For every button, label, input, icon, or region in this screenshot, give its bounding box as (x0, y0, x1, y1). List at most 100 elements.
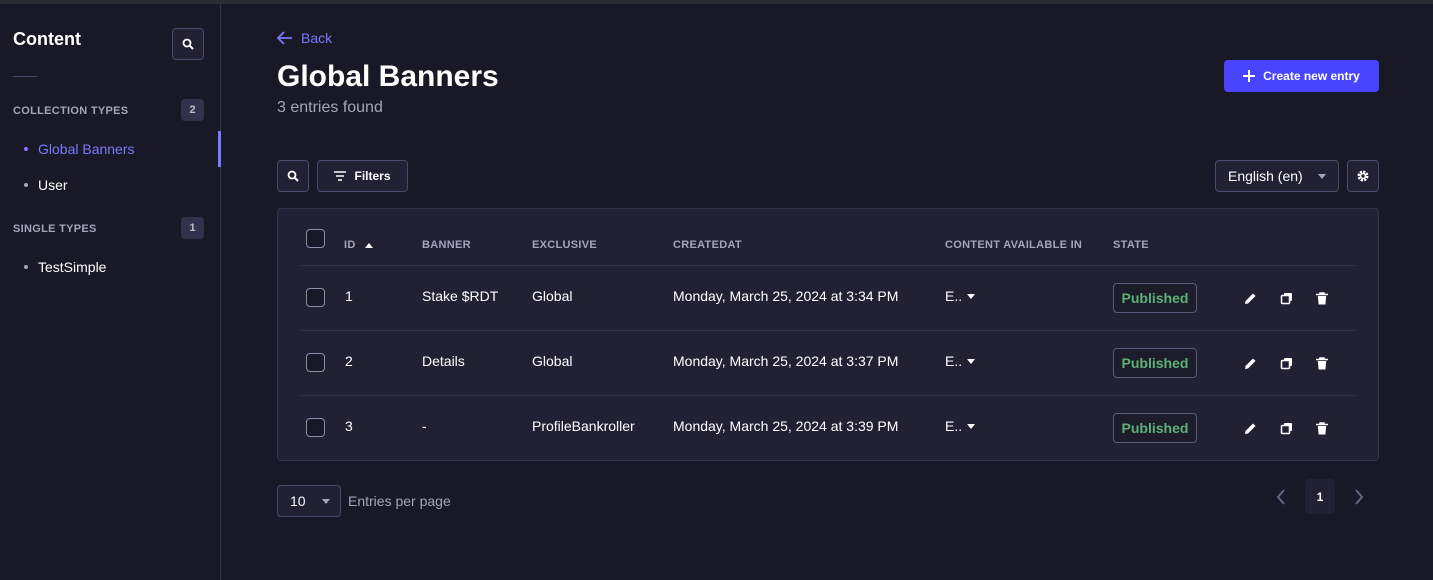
duplicate-button[interactable] (1278, 355, 1294, 371)
pencil-icon (1244, 423, 1255, 434)
chevron-down-icon (967, 293, 976, 299)
chevron-down-icon (967, 423, 976, 429)
trash-icon (1316, 291, 1328, 304)
edit-button[interactable] (1242, 420, 1258, 436)
edit-button[interactable] (1242, 290, 1258, 306)
plus-icon (1243, 70, 1256, 82)
cell-createdat: Monday, March 25, 2024 at 3:37 PM (673, 353, 899, 369)
sidebar-divider (13, 76, 37, 77)
create-new-entry-button[interactable]: Create new entry (1224, 60, 1379, 92)
chevron-down-icon (322, 498, 330, 504)
section-collection-types[interactable]: COLLECTION TYPES (13, 105, 128, 117)
chevron-down-icon (1318, 173, 1326, 179)
trash-icon (1316, 356, 1328, 369)
sidebar-item-user[interactable]: User (24, 177, 68, 193)
pencil-icon (1244, 358, 1255, 369)
section-single-types[interactable]: SINGLE TYPES (13, 223, 97, 235)
locales-dropdown[interactable]: E.. (945, 418, 976, 434)
duplicate-icon (1280, 292, 1292, 304)
filters-label: Filters (354, 169, 391, 183)
search-icon (182, 38, 194, 50)
column-header-id[interactable]: ID (344, 239, 373, 251)
arrow-left-icon (277, 31, 292, 45)
cell-id: 3 (345, 418, 353, 434)
row-checkbox[interactable] (306, 418, 325, 437)
entries-table: ID BANNER EXCLUSIVE CREATEDAT CONTENT AV… (277, 208, 1379, 461)
table-row[interactable]: 2 Details Global Monday, March 25, 2024 … (301, 330, 1355, 395)
bullet-dot (24, 265, 28, 269)
page-number-current[interactable]: 1 (1305, 479, 1335, 514)
cell-id: 2 (345, 353, 353, 369)
cell-exclusive: Global (532, 288, 573, 304)
locale-select[interactable]: English (en) (1215, 160, 1339, 192)
duplicate-icon (1280, 357, 1292, 369)
cell-exclusive: Global (532, 353, 573, 369)
previous-page-button[interactable] (1271, 486, 1291, 508)
entries-count: 3 entries found (277, 99, 383, 116)
search-icon (287, 170, 299, 182)
chevron-down-icon (967, 358, 976, 364)
next-page-button[interactable] (1349, 486, 1369, 508)
column-header-createdat[interactable]: CREATEDAT (673, 239, 742, 251)
back-link[interactable]: Back (277, 30, 332, 46)
locales-dropdown[interactable]: E.. (945, 288, 976, 304)
row-checkbox[interactable] (306, 353, 325, 372)
locale-value: English (en) (1228, 168, 1303, 184)
row-checkbox[interactable] (306, 288, 325, 307)
cell-createdat: Monday, March 25, 2024 at 3:39 PM (673, 418, 899, 434)
cell-createdat: Monday, March 25, 2024 at 3:34 PM (673, 288, 899, 304)
search-button[interactable] (277, 160, 309, 192)
table-row[interactable]: 3 - ProfileBankroller Monday, March 25, … (301, 395, 1355, 460)
column-header-exclusive[interactable]: EXCLUSIVE (532, 239, 597, 251)
duplicate-icon (1280, 422, 1292, 434)
sidebar-item-label: User (38, 177, 68, 193)
locales-dropdown[interactable]: E.. (945, 353, 976, 369)
cell-locales: E.. (945, 418, 963, 434)
table-row[interactable]: 1 Stake $RDT Global Monday, March 25, 20… (301, 265, 1355, 330)
settings-button[interactable] (1347, 160, 1379, 192)
trash-icon (1316, 421, 1328, 434)
duplicate-button[interactable] (1278, 420, 1294, 436)
sidebar-item-global-banners[interactable]: Global Banners (24, 141, 135, 157)
filter-icon (334, 171, 347, 181)
sidebar-search-button[interactable] (172, 28, 204, 60)
create-button-label: Create new entry (1263, 69, 1360, 83)
column-header-content-available-in: CONTENT AVAILABLE IN (945, 239, 1083, 251)
sort-up-icon (364, 242, 373, 248)
duplicate-button[interactable] (1278, 290, 1294, 306)
status-badge: Published (1113, 413, 1197, 443)
status-badge: Published (1113, 283, 1197, 313)
column-header-label: ID (344, 239, 356, 251)
bullet-dot (24, 183, 28, 187)
sidebar-item-label: Global Banners (38, 141, 135, 157)
edit-button[interactable] (1242, 355, 1258, 371)
pencil-icon (1244, 293, 1255, 304)
sidebar-title: Content (13, 29, 81, 49)
delete-button[interactable] (1314, 420, 1330, 436)
collection-types-count: 2 (181, 99, 204, 121)
cell-exclusive: ProfileBankroller (532, 418, 635, 434)
cell-locales: E.. (945, 353, 963, 369)
page-size-value: 10 (290, 493, 306, 509)
cell-locales: E.. (945, 288, 963, 304)
delete-button[interactable] (1314, 355, 1330, 371)
sidebar-item-testsimple[interactable]: TestSimple (24, 259, 106, 275)
select-all-checkbox[interactable] (306, 229, 325, 248)
filters-button[interactable]: Filters (317, 160, 408, 192)
delete-button[interactable] (1314, 290, 1330, 306)
cell-banner: Details (422, 353, 465, 369)
page-size-select[interactable]: 10 (277, 485, 341, 517)
single-types-count: 1 (181, 217, 204, 239)
page-title: Global Banners (277, 60, 499, 93)
bullet-dot (24, 147, 28, 151)
sidebar-item-label: TestSimple (38, 259, 107, 275)
status-badge: Published (1113, 348, 1197, 378)
page-size-label: Entries per page (348, 493, 451, 509)
cell-banner: Stake $RDT (422, 288, 499, 304)
active-item-indicator (218, 131, 221, 167)
column-header-state: STATE (1113, 239, 1149, 251)
column-header-banner[interactable]: BANNER (422, 239, 471, 251)
chevron-left-icon (1276, 489, 1285, 505)
sidebar: Content COLLECTION TYPES 2 Global Banner… (0, 4, 221, 580)
back-label: Back (301, 30, 333, 46)
